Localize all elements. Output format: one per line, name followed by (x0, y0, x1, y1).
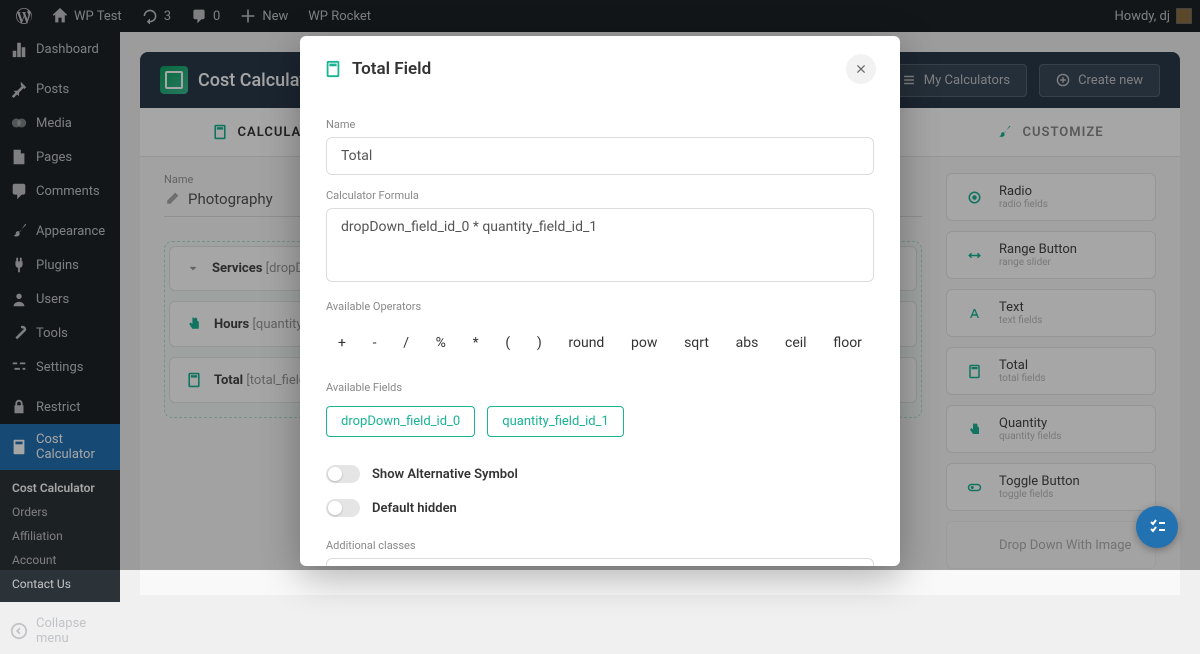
field-chip-dropdown[interactable]: dropDown_field_id_0 (326, 406, 475, 437)
formula-textarea[interactable] (326, 208, 874, 282)
alt-symbol-label: Show Alternative Symbol (372, 467, 518, 482)
default-hidden-toggle[interactable] (326, 499, 360, 517)
total-field-modal: Total Field Name Calculator Formula Avai… (300, 36, 900, 566)
operator-minus[interactable]: - (369, 333, 381, 353)
operator-plus[interactable]: + (334, 333, 350, 353)
operator-floor[interactable]: floor (829, 333, 866, 353)
field-chip-quantity[interactable]: quantity_field_id_1 (487, 406, 624, 437)
formula-label: Calculator Formula (326, 189, 874, 202)
collapse-icon (10, 622, 28, 640)
alt-symbol-toggle[interactable] (326, 465, 360, 483)
operator-ceil[interactable]: ceil (781, 333, 811, 353)
operator-abs[interactable]: abs (732, 333, 763, 353)
operator-multiply[interactable]: * (469, 333, 483, 353)
checklist-icon (1147, 517, 1167, 537)
operator-pow[interactable]: pow (627, 333, 661, 353)
close-icon (855, 63, 867, 75)
operator-round[interactable]: round (564, 333, 608, 353)
operator-rparen[interactable]: ) (533, 333, 546, 353)
collapse-menu[interactable]: Collapse menu (0, 608, 120, 654)
operator-percent[interactable]: % (432, 333, 450, 353)
operators-label: Available Operators (326, 300, 874, 313)
sidebar-item-label: Collapse menu (36, 616, 110, 646)
calculator-icon (324, 60, 342, 78)
sidebar-sub-contact-us[interactable]: Contact Us (0, 572, 120, 596)
modal-close-button[interactable] (846, 54, 876, 84)
default-hidden-label: Default hidden (372, 501, 457, 516)
operators-row: + - / % * ( ) round pow sqrt abs ceil fl… (326, 319, 874, 367)
total-name-input[interactable] (326, 137, 874, 175)
modal-title: Total Field (324, 59, 431, 79)
additional-classes-label: Additional classes (326, 539, 874, 552)
operator-lparen[interactable]: ( (501, 333, 514, 353)
operator-divide[interactable]: / (399, 333, 413, 353)
name-label: Name (326, 118, 874, 131)
additional-classes-input[interactable] (326, 558, 874, 566)
help-fab[interactable] (1136, 506, 1178, 548)
operator-sqrt[interactable]: sqrt (680, 333, 713, 353)
available-fields-label: Available Fields (326, 381, 874, 394)
